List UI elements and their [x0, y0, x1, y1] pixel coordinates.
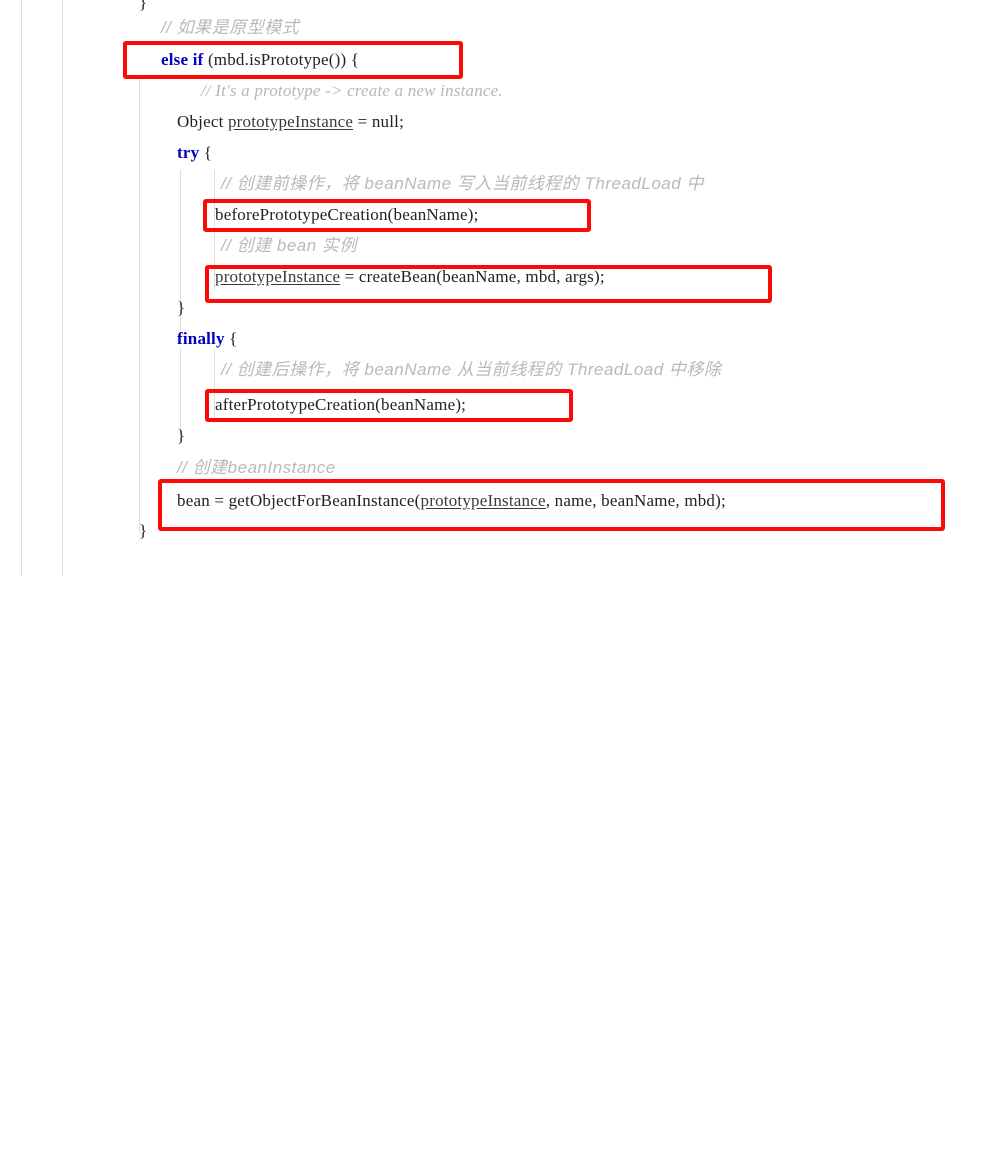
code-line-close-brace-bottom: }: [139, 515, 147, 546]
token-brace-close: }: [139, 0, 148, 12]
call-before-prototype-creation: beforePrototypeCreation(beanName);: [215, 205, 479, 224]
token-brace-close-finally: }: [177, 426, 186, 445]
comment-cn-prototype-mode: // 如果是原型模式: [161, 18, 300, 37]
comment-cn-after-create: // 创建后操作，将 beanName 从当前线程的 ThreadLoad 中移…: [221, 360, 722, 379]
code-block: } // 如果是原型模式 else if (mbd.isPrototype())…: [101, 0, 986, 1152]
type-object: Object: [177, 112, 224, 131]
code-line-get-object-for-bean-instance: bean = getObjectForBeanInstance(prototyp…: [177, 485, 726, 516]
code-line-finally: finally {: [177, 323, 238, 354]
code-line-comment-before-create: // 创建前操作，将 beanName 写入当前线程的 ThreadLoad 中: [221, 168, 704, 199]
comment-cn-before-create: // 创建前操作，将 beanName 写入当前线程的 ThreadLoad 中: [221, 174, 704, 193]
keyword-finally: finally: [177, 329, 225, 348]
token-brace-close-try: }: [177, 298, 186, 317]
code-line-before-prototype-creation: beforePrototypeCreation(beanName);: [215, 199, 479, 230]
code-line-declare-prototype-instance: Object prototypeInstance = null;: [177, 106, 404, 137]
comment-en-prototype: // It's a prototype -> create a new inst…: [201, 81, 503, 100]
variable-prototype-instance-decl: prototypeInstance: [227, 112, 354, 131]
token-brace-open-else-if: {: [350, 50, 360, 69]
assign-null: = null;: [353, 112, 405, 131]
comment-cn-create-bean-instance: // 创建beanInstance: [177, 458, 336, 477]
keyword-if: if: [192, 50, 204, 69]
token-brace-open-try: {: [203, 143, 213, 162]
token-brace-open-finally: {: [229, 329, 238, 348]
code-line-create-bean-assignment: prototypeInstance = createBean(beanName,…: [215, 261, 605, 292]
code-line-else-if: else if (mbd.isPrototype()) {: [161, 44, 359, 75]
code-line-comment-create-bean-instance: // 创建beanInstance: [177, 452, 336, 483]
call-after-prototype-creation: afterPrototypeCreation(beanName);: [215, 395, 467, 414]
page-gutter-rule-2: [62, 0, 63, 576]
call-get-object-for-bean-instance-suffix: , name, beanName, mbd);: [545, 491, 726, 510]
code-line-try: try {: [177, 137, 212, 168]
keyword-else: else: [161, 50, 189, 69]
code-surface: } // 如果是原型模式 else if (mbd.isPrototype())…: [101, 0, 986, 576]
code-line-comment-after-create: // 创建后操作，将 beanName 从当前线程的 ThreadLoad 中移…: [221, 354, 721, 385]
code-line-comment-prototype-mode: // 如果是原型模式: [161, 12, 299, 43]
code-line-comment-en-prototype: // It's a prototype -> create a new inst…: [201, 75, 503, 106]
token-brace-close-bottom: }: [139, 521, 148, 540]
code-line-close-brace-finally: }: [177, 420, 185, 451]
comment-cn-create-bean: // 创建 bean 实例: [221, 236, 357, 255]
code-line-close-brace-try: }: [177, 292, 185, 323]
keyword-try: try: [177, 143, 200, 162]
code-line-comment-create-bean: // 创建 bean 实例: [221, 230, 357, 261]
code-line-close-brace-top: }: [139, 0, 147, 18]
code-line-after-prototype-creation: afterPrototypeCreation(beanName);: [215, 389, 466, 420]
call-create-bean: = createBean(beanName, mbd, args);: [340, 267, 605, 286]
expr-is-prototype-condition: (mbd.isPrototype()): [207, 50, 347, 69]
variable-prototype-instance-assign: prototypeInstance: [215, 267, 341, 286]
call-get-object-for-bean-instance-prefix: bean = getObjectForBeanInstance(: [177, 491, 421, 510]
variable-prototype-instance-arg: prototypeInstance: [420, 491, 546, 510]
page-gutter-rule-1: [21, 0, 22, 576]
